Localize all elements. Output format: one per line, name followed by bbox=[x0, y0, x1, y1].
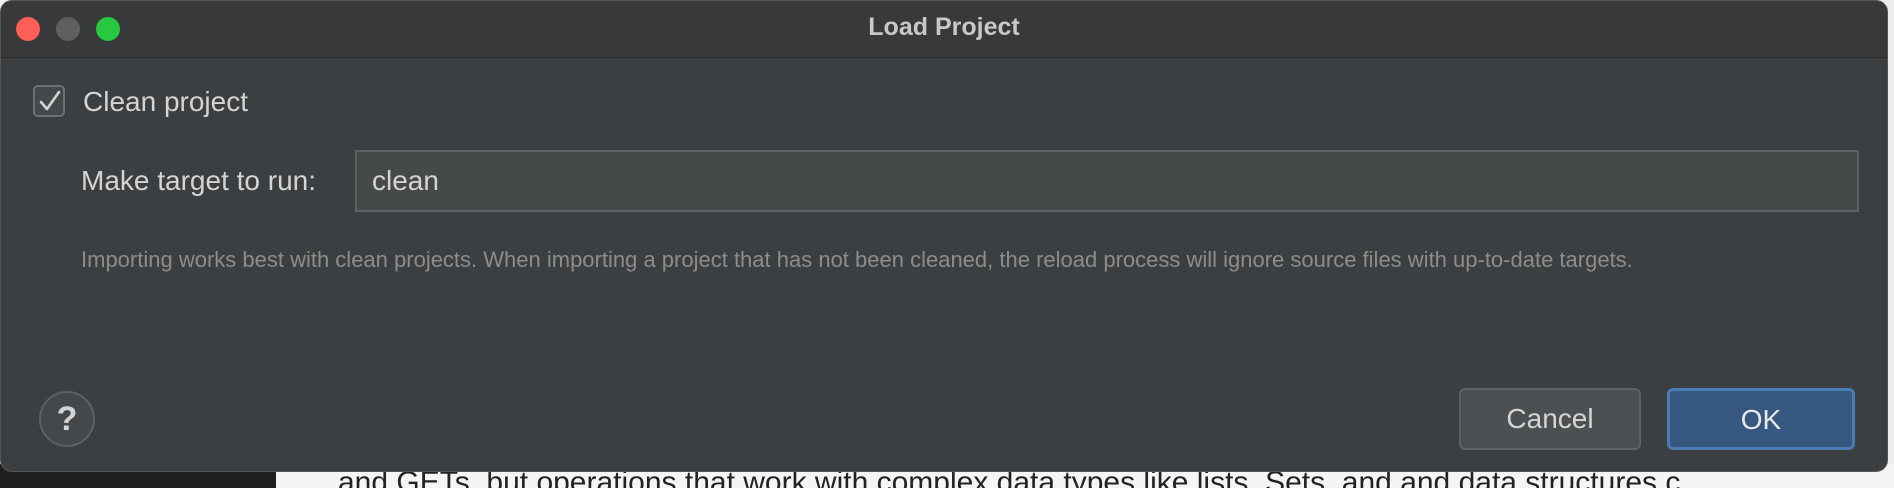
make-target-label: Make target to run: bbox=[81, 165, 317, 196]
make-target-input[interactable] bbox=[355, 150, 1859, 212]
cancel-button[interactable]: Cancel bbox=[1459, 388, 1641, 450]
title-bar: Load Project bbox=[1, 1, 1887, 58]
ok-button[interactable]: OK bbox=[1667, 388, 1855, 450]
import-hint-text: Importing works best with clean projects… bbox=[81, 247, 1633, 272]
load-project-dialog: Load Project Clean project Make target t… bbox=[0, 0, 1888, 472]
clean-project-label[interactable]: Clean project bbox=[83, 86, 248, 118]
question-mark-icon: ? bbox=[56, 400, 78, 438]
help-button[interactable]: ? bbox=[39, 391, 95, 447]
dialog-title: Load Project bbox=[868, 13, 1020, 41]
clean-project-checkbox[interactable] bbox=[33, 85, 65, 117]
checkmark-icon bbox=[39, 90, 61, 111]
